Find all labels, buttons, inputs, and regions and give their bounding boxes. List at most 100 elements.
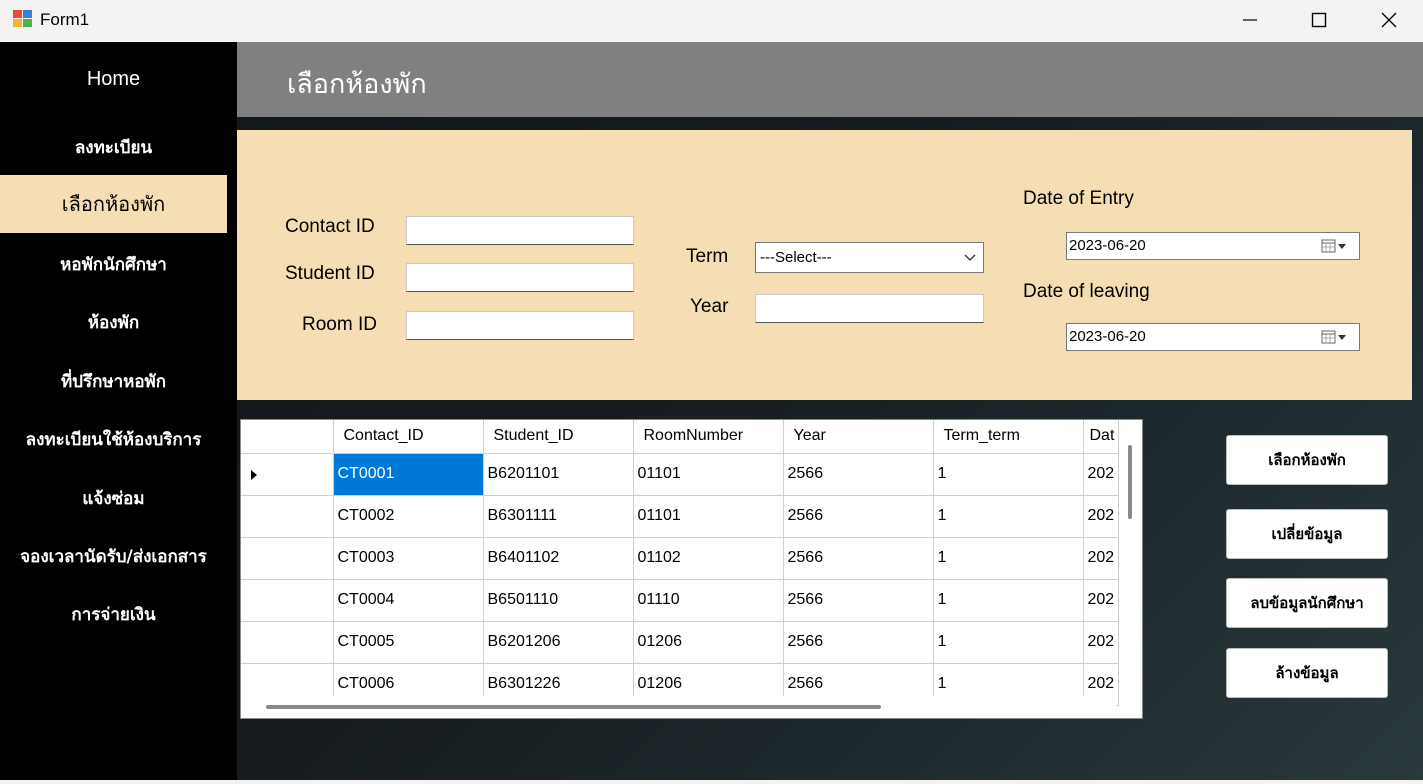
delete-student-button[interactable]: ลบข้อมูลนักศึกษา (1226, 578, 1388, 628)
date-of-leaving-picker[interactable]: 2023-06-20 (1066, 323, 1360, 351)
table-cell[interactable]: B6201101 (483, 453, 634, 496)
sidebar-item-rooms[interactable]: ห้องพัก (0, 293, 227, 351)
row-header[interactable] (241, 537, 334, 580)
column-header-contact-id[interactable]: Contact_ID (333, 420, 484, 454)
table-cell[interactable]: CT0002 (333, 495, 484, 538)
table-cell[interactable]: 2566 (783, 495, 934, 538)
table-row[interactable]: CT0001 B6201101 01101 2566 1 202 (241, 453, 1119, 496)
table-cell[interactable]: 2566 (783, 453, 934, 496)
table-cell[interactable]: 1 (933, 453, 1084, 496)
page-title: เลือกห้องพัก (287, 69, 427, 100)
table-cell[interactable]: B6201206 (483, 621, 634, 664)
sidebar: Home ลงทะเบียน เลือกห้องพัก หอพักนักศึกษ… (0, 42, 237, 780)
vertical-scrollbar[interactable] (1128, 445, 1132, 519)
date-of-leaving-value: 2023-06-20 (1069, 328, 1146, 345)
sidebar-item-repair[interactable]: แจ้งซ่อม (0, 469, 227, 527)
row-header[interactable] (241, 453, 334, 496)
year-label: Year (690, 296, 729, 317)
table-cell[interactable]: 01101 (633, 453, 784, 496)
table-cell[interactable]: 202 (1083, 537, 1119, 580)
table-row[interactable]: CT0005 B6201206 01206 2566 1 202 (241, 621, 1119, 664)
sidebar-item-register[interactable]: ลงทะเบียน (0, 118, 227, 176)
table-cell[interactable]: B6301111 (483, 495, 634, 538)
table-cell[interactable]: 1 (933, 579, 1084, 622)
table-cell[interactable]: 202 (1083, 453, 1119, 496)
year-input[interactable] (755, 294, 984, 323)
table-cell[interactable]: 01110 (633, 579, 784, 622)
term-select-value: ---Select--- (760, 249, 832, 266)
sidebar-item-advisor[interactable]: ที่ปรึกษาหอพัก (0, 352, 227, 410)
table-cell[interactable]: CT0005 (333, 621, 484, 664)
term-select[interactable]: ---Select--- (755, 242, 984, 273)
table-row[interactable]: CT0004 B6501110 01110 2566 1 202 (241, 579, 1119, 622)
table-cell[interactable]: 01102 (633, 537, 784, 580)
select-room-button[interactable]: เลือกห้องพัก (1226, 435, 1388, 485)
sidebar-item-dormitory[interactable]: หอพักนักศึกษา (0, 235, 227, 293)
sidebar-item-payment[interactable]: การจ่ายเงิน (0, 585, 227, 643)
form-body: Home ลงทะเบียน เลือกห้องพัก หอพักนักศึกษ… (0, 42, 1423, 780)
horizontal-scroll-thumb[interactable] (266, 705, 881, 709)
close-icon (1381, 12, 1397, 28)
contact-id-input[interactable] (406, 216, 634, 245)
table-cell[interactable]: 2566 (783, 579, 934, 622)
page-header: เลือกห้องพัก (237, 42, 1423, 117)
date-of-leaving-label: Date of leaving (1023, 281, 1150, 302)
change-data-button[interactable]: เปลี่ยข้อมูล (1226, 509, 1388, 559)
column-header-term[interactable]: Term_term (933, 420, 1084, 454)
horizontal-scrollbar[interactable] (241, 696, 1116, 718)
grid-header-row: Contact_ID Student_ID RoomNumber Year Te… (241, 420, 1119, 454)
window-title: Form1 (40, 10, 90, 29)
table-cell[interactable]: B6401102 (483, 537, 634, 580)
student-id-input[interactable] (406, 263, 634, 292)
app-icon (13, 10, 33, 28)
sidebar-item-home[interactable]: Home (0, 50, 227, 108)
grid-table: Contact_ID Student_ID RoomNumber Year Te… (241, 420, 1119, 706)
table-cell[interactable]: 202 (1083, 621, 1119, 664)
row-header[interactable] (241, 579, 334, 622)
minimize-icon (1243, 19, 1257, 21)
term-label: Term (686, 246, 729, 267)
chevron-down-icon (964, 254, 976, 261)
maximize-icon (1311, 12, 1327, 28)
room-id-input[interactable] (406, 311, 634, 340)
contact-id-label: Contact ID (285, 216, 375, 237)
table-cell[interactable]: CT0004 (333, 579, 484, 622)
table-cell[interactable]: 2566 (783, 537, 934, 580)
calendar-dropdown-icon (1321, 239, 1346, 253)
column-header-room-number[interactable]: RoomNumber (633, 420, 784, 454)
column-header-student-id[interactable]: Student_ID (483, 420, 634, 454)
table-cell[interactable]: 1 (933, 495, 1084, 538)
table-cell[interactable]: 2566 (783, 621, 934, 664)
table-cell[interactable]: 1 (933, 621, 1084, 664)
table-cell[interactable]: 202 (1083, 579, 1119, 622)
column-header-year[interactable]: Year (783, 420, 934, 454)
column-header-date[interactable]: Dat (1083, 420, 1119, 454)
sidebar-item-service-room[interactable]: ลงทะเบียนใช้ห้องบริการ (0, 410, 227, 468)
student-id-label: Student ID (285, 263, 375, 284)
table-cell[interactable]: B6501110 (483, 579, 634, 622)
row-header[interactable] (241, 621, 334, 664)
date-of-entry-label: Date of Entry (1023, 188, 1134, 209)
room-booking-grid[interactable]: Contact_ID Student_ID RoomNumber Year Te… (240, 419, 1143, 719)
maximize-button[interactable] (1284, 0, 1354, 40)
table-row[interactable]: CT0002 B6301111 01101 2566 1 202 (241, 495, 1119, 538)
room-id-label: Room ID (302, 314, 377, 335)
table-cell[interactable]: CT0003 (333, 537, 484, 580)
date-of-entry-picker[interactable]: 2023-06-20 (1066, 232, 1360, 260)
input-panel: Contact ID Student ID Room ID Term ---Se… (237, 130, 1412, 400)
row-header-corner (241, 420, 334, 454)
title-bar: Form1 (0, 0, 1423, 42)
table-cell[interactable]: 01101 (633, 495, 784, 538)
sidebar-item-select-room[interactable]: เลือกห้องพัก (0, 175, 227, 233)
table-cell[interactable]: 202 (1083, 495, 1119, 538)
sidebar-item-document-appointment[interactable]: จองเวลานัดรับ/ส่งเอกสาร (0, 527, 227, 585)
table-cell[interactable]: CT0001 (333, 453, 484, 496)
current-row-arrow-icon (251, 469, 257, 480)
clear-data-button[interactable]: ล้างข้อมูล (1226, 648, 1388, 698)
table-cell[interactable]: 01206 (633, 621, 784, 664)
minimize-button[interactable] (1215, 0, 1285, 40)
close-button[interactable] (1354, 0, 1423, 40)
table-row[interactable]: CT0003 B6401102 01102 2566 1 202 (241, 537, 1119, 580)
table-cell[interactable]: 1 (933, 537, 1084, 580)
row-header[interactable] (241, 495, 334, 538)
